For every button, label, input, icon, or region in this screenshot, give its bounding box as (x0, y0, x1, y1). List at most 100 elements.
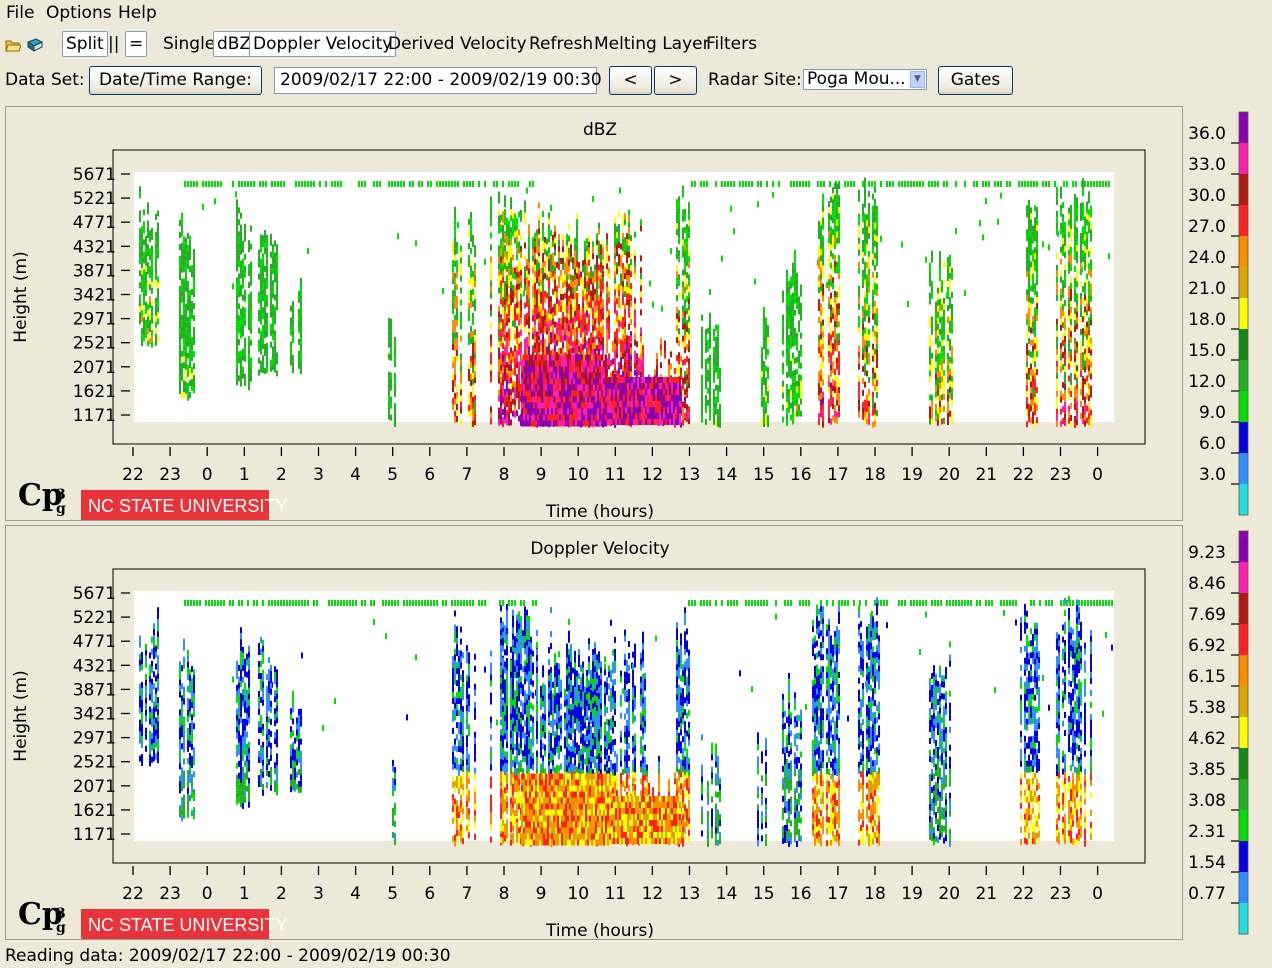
chevron-down-icon[interactable]: ▼ (910, 71, 925, 88)
x-tick-label: 5 (387, 884, 398, 904)
y-tick-label: 3421 (73, 705, 116, 725)
prev-button[interactable]: < (609, 66, 652, 95)
colorbar-label: 24.0 (1188, 248, 1226, 268)
y-tick-label: 1621 (73, 382, 116, 402)
y-tick-label: 2521 (73, 334, 116, 354)
x-tick-label: 23 (159, 465, 181, 485)
colorbar-segment (1239, 267, 1248, 299)
colorbar-label: 8.46 (1188, 574, 1226, 594)
doppler-colorbar: 9.23 8.46 7.69 6.92 6.15 5.38 4.62 3.85 3.08 2.31… (1183, 525, 1272, 940)
dbz-colorbar-svg: 36.0 33.0 30.0 27.0 24.0 21.0 18.0 15.0 12.0 9.0 6… (1188, 111, 1249, 516)
colorbar-segment (1239, 422, 1248, 454)
book-icon[interactable] (26, 37, 44, 52)
colorbar-segment (1239, 360, 1248, 392)
refresh-button[interactable]: Refresh (529, 34, 593, 54)
colorbar-segment (1239, 717, 1248, 749)
y-tick-label: 1621 (73, 801, 116, 821)
split-button[interactable]: Split (62, 31, 108, 57)
gates-button[interactable]: Gates (938, 66, 1013, 95)
x-tick-label: 3 (313, 465, 324, 485)
equal-button[interactable]: = (125, 31, 148, 57)
x-tick-label: 10 (567, 884, 589, 904)
colorbar-label: 21.0 (1188, 279, 1226, 299)
dbz-plot: dBZ5671522147714321387134212971252120711… (11, 120, 1146, 522)
y-tick-label: 1171 (73, 406, 116, 426)
menu-file[interactable]: File (6, 3, 34, 23)
x-tick-label: 8 (499, 465, 510, 485)
x-tick-label: 17 (827, 884, 849, 904)
doppler-velocity-button[interactable]: Doppler Velocity (249, 31, 397, 57)
x-tick-label: 0 (202, 884, 213, 904)
x-tick-label: 9 (536, 884, 547, 904)
x-tick-label: 23 (159, 884, 181, 904)
colorbar-label: 15.0 (1188, 341, 1226, 361)
x-tick-label: 23 (1050, 884, 1072, 904)
colorbar-segment (1239, 872, 1248, 904)
colorbar-label: 1.54 (1188, 853, 1226, 873)
colorbar-segment (1239, 391, 1248, 423)
menu-options[interactable]: Options (46, 3, 112, 23)
x-tick-label: 15 (753, 884, 775, 904)
toolbar: Split || = Single dBZ Doppler Velocity D… (0, 29, 1272, 61)
y-axis-label: Height (m) (11, 670, 31, 761)
y-tick-label: 4771 (73, 632, 116, 652)
x-tick-label: 0 (1092, 465, 1103, 485)
x-tick-label: 20 (938, 884, 960, 904)
x-tick-label: 22 (1013, 465, 1035, 485)
x-tick-label: 12 (642, 465, 664, 485)
colorbar-segment (1239, 531, 1248, 563)
menu-help[interactable]: Help (118, 3, 157, 23)
x-tick-label: 2 (276, 884, 287, 904)
x-tick-label: 12 (642, 884, 664, 904)
pause-button[interactable]: || (108, 34, 119, 54)
colorbar-segment (1239, 205, 1248, 237)
doppler-colorbar-svg: 9.23 8.46 7.69 6.92 6.15 5.38 4.62 3.85 3.08 2.31… (1188, 530, 1249, 935)
x-tick-label: 2 (276, 465, 287, 485)
x-tick-label: 5 (387, 465, 398, 485)
ncstate-logo-text: NC STATE UNIVERSITY (88, 915, 287, 935)
colorbar-segment (1239, 903, 1248, 935)
colorbar-label: 0.77 (1188, 884, 1226, 904)
dataset-label: Data Set: (5, 70, 85, 90)
next-button[interactable]: > (654, 66, 697, 95)
colorbar-label: 9.0 (1199, 403, 1226, 423)
y-axis-label: Height (m) (11, 251, 31, 342)
x-tick-label: 4 (350, 465, 361, 485)
colorbar-label: 6.15 (1188, 667, 1226, 687)
panel-title: Doppler Velocity (530, 539, 669, 559)
colorbar-segment (1239, 484, 1248, 516)
y-tick-label: 2071 (73, 358, 116, 378)
panel-title: dBZ (583, 120, 617, 140)
x-tick-label: 3 (313, 884, 324, 904)
y-tick-label: 5671 (73, 165, 116, 185)
single-button[interactable]: Single (163, 34, 215, 54)
date-range-button[interactable]: Date/Time Range: (89, 66, 262, 95)
date-range-field[interactable]: 2009/02/17 22:00 - 2009/02/19 00:30 (274, 67, 602, 94)
colorbar-segment (1239, 329, 1248, 361)
colorbar-segment (1239, 236, 1248, 268)
x-tick-label: 17 (827, 465, 849, 485)
colorbar-label: 9.23 (1188, 543, 1226, 563)
x-tick-label: 14 (716, 884, 738, 904)
menu-bar: File Options Help (0, 0, 1272, 27)
folder-open-icon[interactable] (5, 37, 22, 52)
x-tick-label: 16 (790, 465, 812, 485)
y-tick-label: 5671 (73, 584, 116, 604)
melting-layer-button[interactable]: Melting Layer (594, 34, 710, 54)
x-tick-label: 22 (122, 884, 144, 904)
colorbar-segment (1239, 562, 1248, 594)
radar-site-value: Poga Mou... (807, 69, 906, 89)
y-tick-label: 5221 (73, 608, 116, 628)
colorbar-segment (1239, 174, 1248, 206)
radar-site-select[interactable]: Poga Mou... ▼ (803, 69, 927, 90)
x-tick-label: 10 (567, 465, 589, 485)
colorbar-label: 30.0 (1188, 186, 1226, 206)
y-tick-label: 3871 (73, 261, 116, 281)
colorbar-label: 3.0 (1199, 465, 1226, 485)
ncstate-logo-text: NC STATE UNIVERSITY (88, 496, 287, 516)
filters-button[interactable]: Filters (706, 34, 757, 54)
x-axis-label: Time (hours) (545, 921, 654, 941)
derived-velocity-button[interactable]: Derived Velocity (388, 34, 527, 54)
x-tick-label: 13 (679, 465, 701, 485)
colorbar-label: 6.0 (1199, 434, 1226, 454)
